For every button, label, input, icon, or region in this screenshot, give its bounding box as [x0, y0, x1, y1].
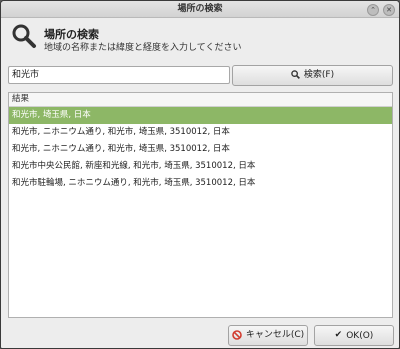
cancel-button[interactable]: キャンセル(C)	[228, 325, 308, 346]
search-button-label: 検索(F)	[303, 70, 335, 80]
close-icon[interactable]: ✕	[383, 4, 395, 16]
results-column-header[interactable]: 結果	[9, 93, 392, 107]
search-icon	[12, 24, 36, 48]
checkmark-icon: ✔	[334, 330, 343, 340]
ok-button[interactable]: ✔ OK(O)	[314, 325, 394, 346]
list-item[interactable]: 和光市, 埼玉県, 日本	[9, 107, 392, 124]
ok-button-label: OK(O)	[346, 331, 374, 341]
list-item[interactable]: 和光市中央公民館, 新座和光線, 和光市, 埼玉県, 3510012, 日本	[9, 158, 392, 175]
cancel-icon	[232, 329, 242, 340]
results-list: 結果 和光市, 埼玉県, 日本 和光市, ニホニウム通り, 和光市, 埼玉県, …	[8, 92, 393, 318]
list-item[interactable]: 和光市, ニホニウム通り, 和光市, 埼玉県, 3510012, 日本	[9, 124, 392, 141]
search-icon	[291, 70, 300, 79]
list-item[interactable]: 和光市, ニホニウム通り, 和光市, 埼玉県, 3510012, 日本	[9, 141, 392, 158]
window-title: 場所の検索	[177, 4, 223, 14]
list-item[interactable]: 和光市駐輪場, ニホニウム通り, 和光市, 埼玉県, 3510012, 日本	[9, 175, 392, 192]
dialog-instructions: 地域の名称または緯度と経度を入力してください	[44, 43, 242, 53]
location-search-dialog: 場所の検索 ⌃ ✕ 場所の検索 地域の名称または緯度と経度を入力してください 和…	[0, 0, 400, 349]
collapse-icon[interactable]: ⌃	[367, 4, 379, 16]
cancel-button-label: キャンセル(C)	[245, 330, 305, 340]
search-button[interactable]: 検索(F)	[232, 65, 393, 86]
title-bar[interactable]: 場所の検索 ⌃ ✕	[1, 1, 399, 18]
search-input[interactable]: 和光市	[8, 66, 230, 84]
